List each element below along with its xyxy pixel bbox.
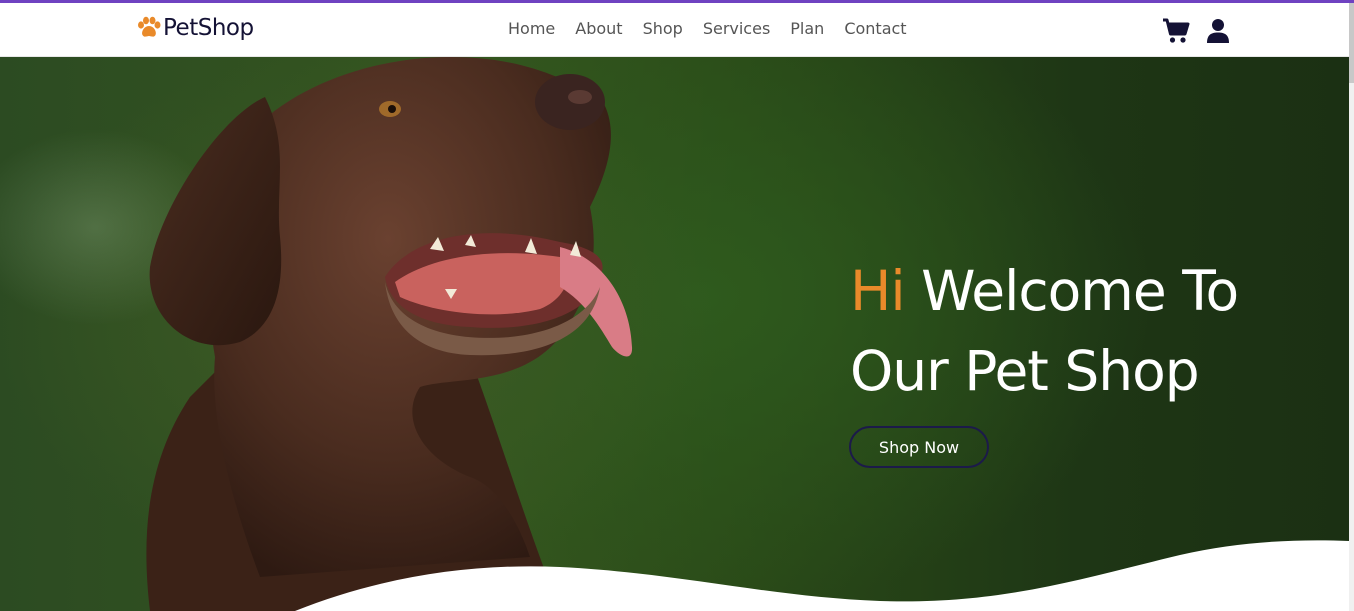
hero-banner: Hi Welcome To Our Pet Shop Shop Now xyxy=(0,57,1349,611)
hero-headline: Hi Welcome To Our Pet Shop xyxy=(850,251,1330,411)
user-icon[interactable] xyxy=(1204,17,1232,45)
nav-icons xyxy=(1162,17,1232,45)
page-scrollbar-track[interactable] xyxy=(1349,3,1354,611)
headline-line1: Welcome To xyxy=(921,259,1239,323)
page-scrollbar-thumb[interactable] xyxy=(1349,3,1354,83)
headline-accent: Hi xyxy=(850,259,906,323)
nav-plan[interactable]: Plan xyxy=(790,19,824,38)
brand-logo[interactable]: PetShop xyxy=(136,15,254,41)
brand-name: PetShop xyxy=(163,15,254,41)
nav-shop[interactable]: Shop xyxy=(643,19,683,38)
main-nav: Home About Shop Services Plan Contact xyxy=(508,19,927,38)
shop-now-button[interactable]: Shop Now xyxy=(849,426,989,468)
hero-wave-divider xyxy=(295,540,1349,611)
paw-icon xyxy=(138,16,161,37)
navbar: PetShop Home About Shop Services Plan Co… xyxy=(0,3,1349,57)
headline-line2: Our Pet Shop xyxy=(850,339,1200,403)
nav-contact[interactable]: Contact xyxy=(844,19,906,38)
nav-home[interactable]: Home xyxy=(508,19,555,38)
nav-services[interactable]: Services xyxy=(703,19,770,38)
nav-about[interactable]: About xyxy=(575,19,622,38)
cart-icon[interactable] xyxy=(1162,17,1190,45)
